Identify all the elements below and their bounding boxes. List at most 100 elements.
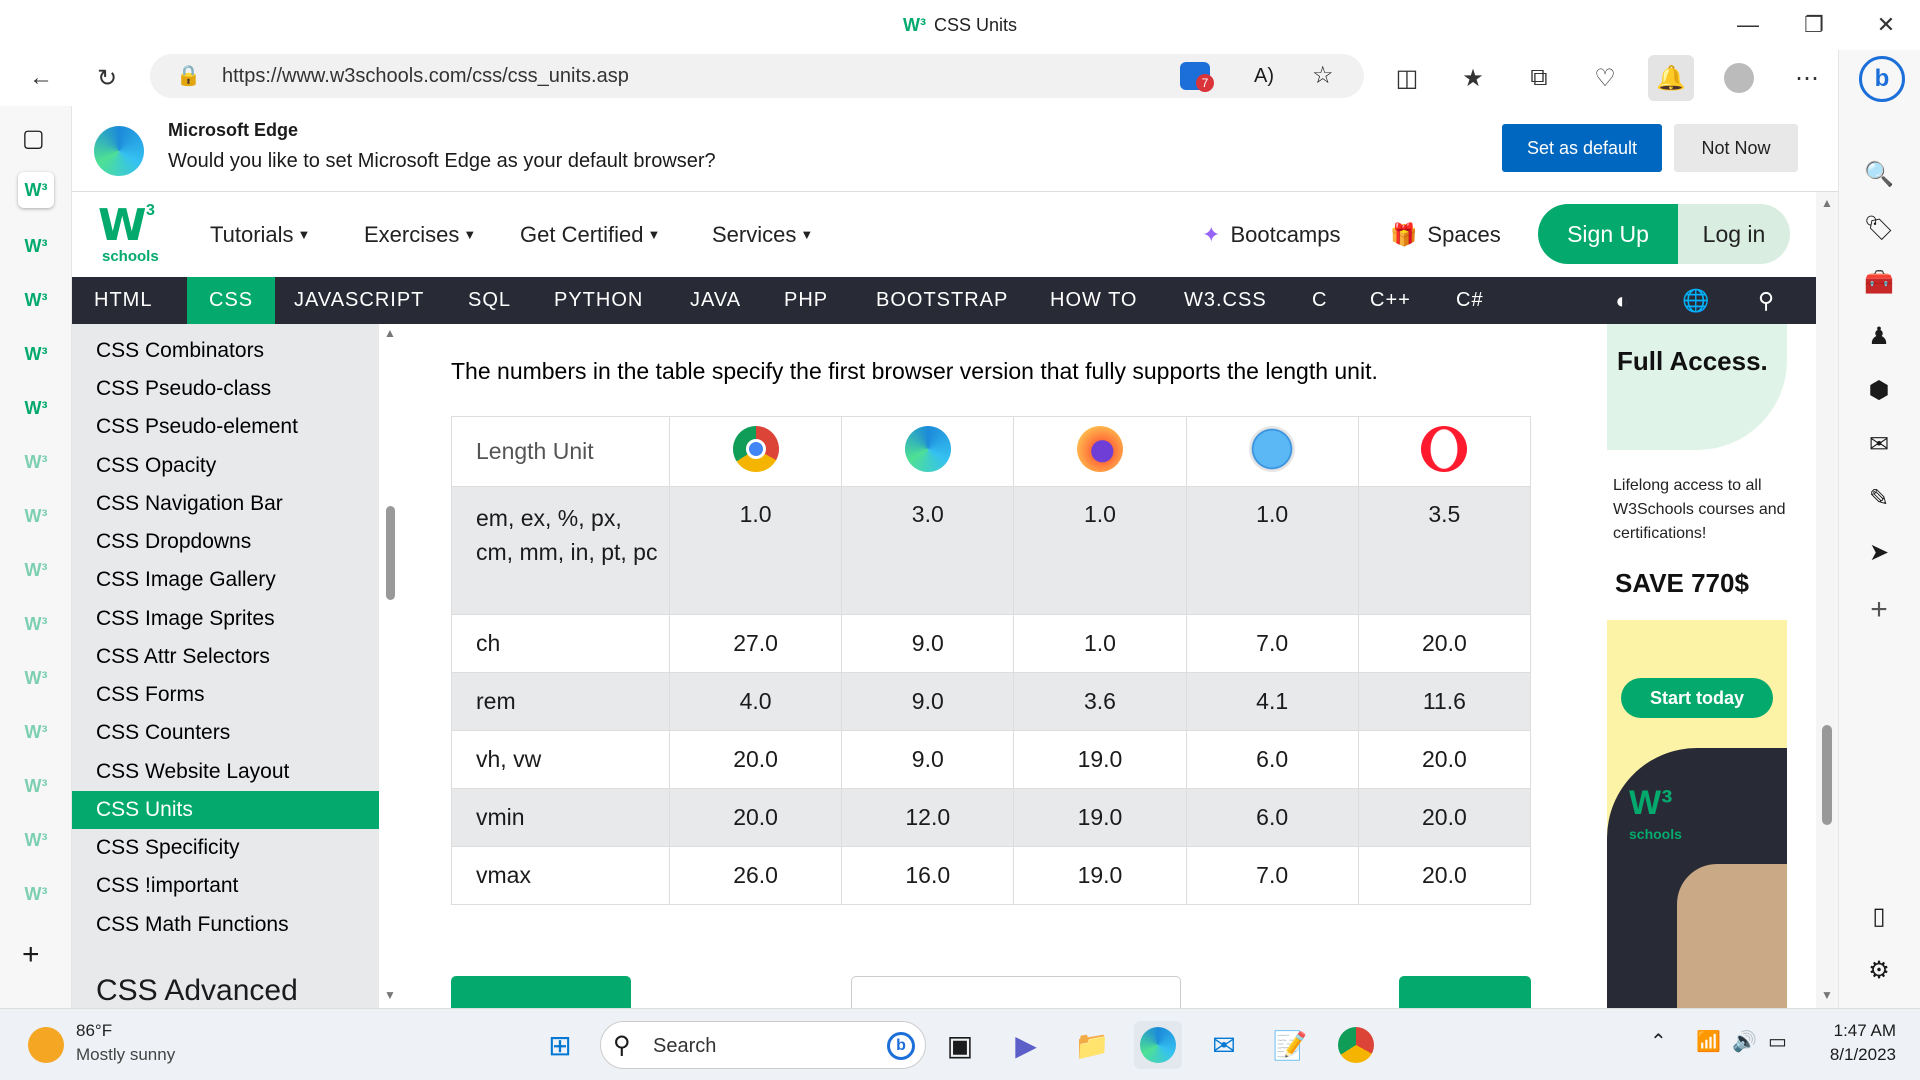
shopping-icon[interactable]: 🏷 <box>1859 208 1899 248</box>
w3schools-logo[interactable]: W 3 schools <box>98 202 160 265</box>
sidenav-item[interactable]: CSS Pseudo-element <box>72 408 379 446</box>
lang-bootstrap[interactable]: BOOTSTRAP <box>854 277 1030 324</box>
tab-w3schools[interactable]: W³ <box>18 228 54 264</box>
games-icon[interactable]: ♟ <box>1859 316 1899 356</box>
file-explorer-icon[interactable]: 📁 <box>1068 1021 1116 1069</box>
lang-java[interactable]: JAVA <box>668 277 763 324</box>
sidenav-item[interactable]: CSS Counters <box>72 714 379 752</box>
lang-w3css[interactable]: W3.CSS <box>1162 277 1289 324</box>
weather-temperature[interactable]: 86°F <box>76 1021 112 1041</box>
globe-icon[interactable]: 🌐 <box>1676 277 1716 324</box>
tracker-prevention-icon[interactable]: 7 <box>1180 62 1214 92</box>
volume-icon[interactable]: 🔊 <box>1732 1029 1757 1054</box>
battery-icon[interactable]: ▭ <box>1768 1029 1787 1054</box>
tab-w3schools[interactable]: W³ <box>18 768 54 804</box>
collections-icon[interactable]: ⧉ <box>1516 55 1562 101</box>
sidenav-item-active[interactable]: CSS Units <box>72 791 379 829</box>
lang-sql[interactable]: SQL <box>446 277 533 324</box>
lang-csharp[interactable]: C# <box>1434 277 1506 324</box>
dark-mode-toggle-icon[interactable]: ◐ <box>1602 277 1642 324</box>
tab-w3schools[interactable]: W³ <box>18 552 54 588</box>
sign-up-button[interactable]: Sign Up <box>1538 204 1678 264</box>
mail-icon[interactable]: ✉ <box>1200 1021 1248 1069</box>
sidenav-item[interactable]: CSS Pseudo-class <box>72 370 379 408</box>
page-scrollbar[interactable]: ▲ ▼ <box>1816 192 1838 1008</box>
edge-taskbar-icon[interactable] <box>1134 1021 1182 1069</box>
sidenav-item[interactable]: CSS Attr Selectors <box>72 638 379 676</box>
sidenav-item[interactable]: CSS Specificity <box>72 829 379 867</box>
previous-button[interactable] <box>451 976 631 1008</box>
page-scroll-thumb[interactable] <box>1822 725 1832 825</box>
split-screen-icon[interactable]: ◫ <box>1384 55 1430 101</box>
refresh-icon[interactable]: ↻ <box>84 55 130 101</box>
sidenav-item[interactable]: CSS !important <box>72 867 379 905</box>
nav-exercises[interactable]: Exercises ▼ <box>364 192 476 277</box>
tab-w3schools[interactable]: W³ <box>18 336 54 372</box>
restore-button[interactable]: ❐ <box>1784 0 1844 50</box>
nav-services[interactable]: Services ▼ <box>712 192 813 277</box>
lang-cpp[interactable]: C++ <box>1348 277 1433 324</box>
scroll-up-arrow-icon[interactable]: ▲ <box>384 326 396 340</box>
lang-javascript[interactable]: JAVASCRIPT <box>272 277 446 324</box>
lock-icon[interactable]: 🔒 <box>176 54 201 98</box>
lang-python[interactable]: PYTHON <box>532 277 665 324</box>
tab-actions-icon[interactable]: ▢ <box>22 124 45 153</box>
tab-w3schools[interactable]: W³ <box>18 498 54 534</box>
url-text[interactable]: https://www.w3schools.com/css/css_units.… <box>222 54 629 98</box>
browser-essentials-icon[interactable]: ♡ <box>1582 55 1628 101</box>
read-aloud-icon[interactable]: A) <box>1254 54 1274 98</box>
tab-w3schools[interactable]: W³ <box>18 390 54 426</box>
sidenav-item[interactable]: CSS Opacity <box>72 447 379 485</box>
taskbar-search-box[interactable]: ⚲ Search b <box>600 1021 926 1069</box>
weather-condition[interactable]: Mostly sunny <box>76 1045 175 1065</box>
more-menu-icon[interactable]: ⋯ <box>1784 55 1830 101</box>
telegram-icon[interactable]: ➤ <box>1859 532 1899 572</box>
sidenav-item[interactable]: CSS Math Functions <box>72 906 379 944</box>
ad-start-today-button[interactable]: Start today <box>1621 678 1773 718</box>
bing-chat-icon[interactable]: b <box>1859 56 1905 102</box>
chrome-taskbar-icon[interactable] <box>1332 1021 1380 1069</box>
nav-tutorials[interactable]: Tutorials ▼ <box>210 192 310 277</box>
microsoft-365-icon[interactable]: ⬢ <box>1859 370 1899 410</box>
wifi-icon[interactable]: 📶 <box>1696 1029 1721 1054</box>
sidenav-item[interactable]: CSS Navigation Bar <box>72 485 379 523</box>
lang-css[interactable]: CSS <box>187 277 276 324</box>
sidenav-item[interactable]: CSS Website Layout <box>72 753 379 791</box>
scroll-up-arrow-icon[interactable]: ▲ <box>1821 196 1833 210</box>
tools-icon[interactable]: 🧰 <box>1859 262 1899 302</box>
sidenav-item[interactable]: CSS Image Gallery <box>72 561 379 599</box>
nav-bootcamps[interactable]: ✦ Bootcamps <box>1202 192 1341 277</box>
weather-sun-icon[interactable] <box>28 1027 64 1063</box>
profile-avatar[interactable] <box>1716 55 1762 101</box>
track-progress-button[interactable] <box>851 976 1181 1008</box>
search-icon[interactable]: 🔍 <box>1859 154 1899 194</box>
log-in-button[interactable]: Log in <box>1678 204 1790 264</box>
notifications-icon[interactable]: 🔔 <box>1648 55 1694 101</box>
search-icon[interactable]: ⚲ <box>1746 277 1786 324</box>
tab-w3schools[interactable]: W³ <box>18 822 54 858</box>
settings-gear-icon[interactable]: ⚙ <box>1859 950 1899 990</box>
nav-get-certified[interactable]: Get Certified ▼ <box>520 192 660 277</box>
lang-html[interactable]: HTML <box>72 277 174 324</box>
sidenav-scroll-thumb[interactable] <box>386 506 395 600</box>
hide-sidebar-icon[interactable]: ▯ <box>1859 896 1899 936</box>
tab-w3schools[interactable]: W³ <box>18 876 54 912</box>
add-sidebar-app-icon[interactable]: + <box>1859 590 1899 630</box>
back-icon[interactable]: ← <box>18 55 64 101</box>
not-now-button[interactable]: Not Now <box>1674 124 1798 172</box>
lang-how-to[interactable]: HOW TO <box>1028 277 1159 324</box>
clock-time[interactable]: 1:47 AM <box>1822 1021 1896 1041</box>
close-button[interactable]: ✕ <box>1856 0 1916 50</box>
tab-w3schools[interactable]: W³ <box>18 606 54 642</box>
notepad-icon[interactable]: 📝 <box>1266 1021 1314 1069</box>
new-tab-icon[interactable]: + <box>22 938 40 972</box>
next-button[interactable] <box>1399 976 1531 1008</box>
sidenav-item[interactable]: CSS Image Sprites <box>72 600 379 638</box>
advertisement[interactable]: Full Access. Lifelong access to all W3Sc… <box>1607 324 1787 1008</box>
favorites-icon[interactable]: ★ <box>1450 55 1496 101</box>
sidenav-scrollbar[interactable]: ▲ ▼ <box>381 324 401 1008</box>
set-as-default-button[interactable]: Set as default <box>1502 124 1662 172</box>
tab-w3schools[interactable]: W³ <box>18 660 54 696</box>
lang-c[interactable]: C <box>1290 277 1349 324</box>
tab-w3schools-active[interactable]: W³ <box>18 172 54 208</box>
